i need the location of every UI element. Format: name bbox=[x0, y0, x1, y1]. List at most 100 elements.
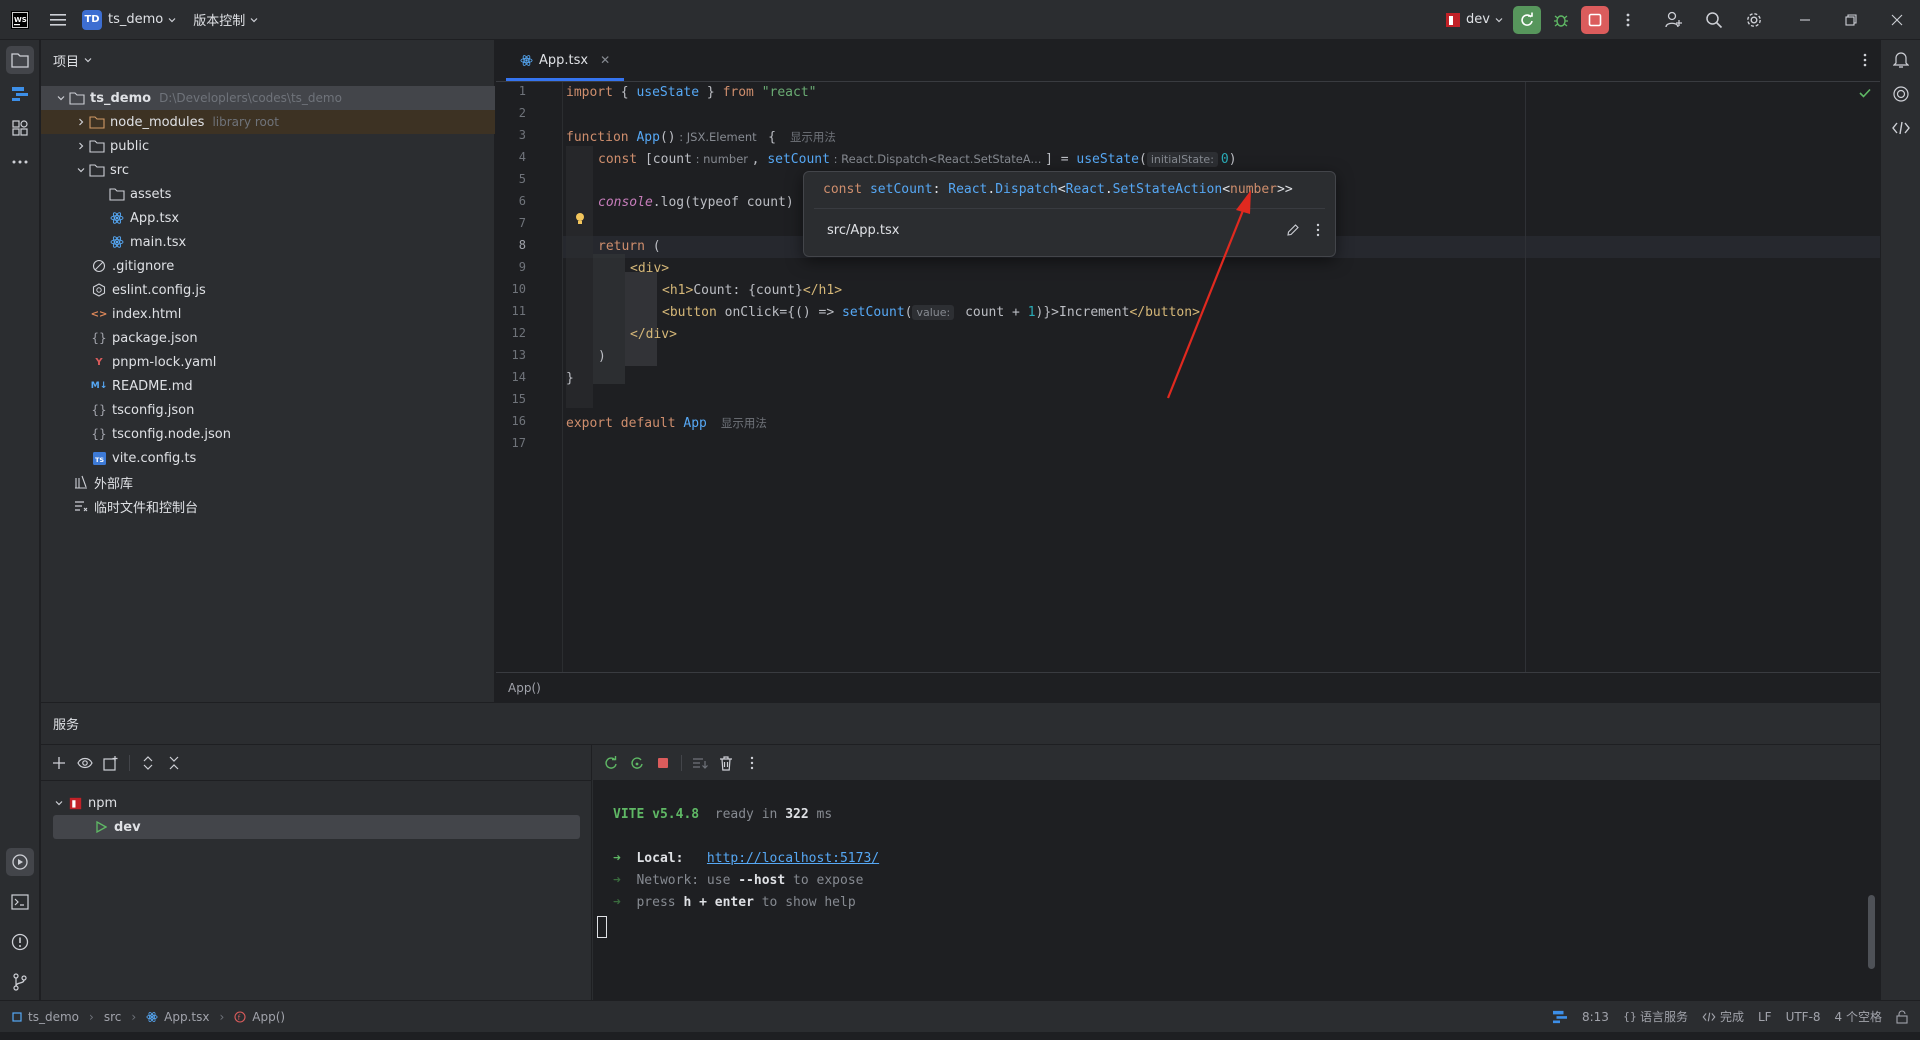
line-number: 5 bbox=[518, 172, 526, 186]
project-panel-header[interactable]: 项目 bbox=[41, 40, 494, 80]
local-url-link[interactable]: http://localhost:5173/ bbox=[707, 851, 879, 866]
code-token: ) bbox=[1228, 152, 1237, 167]
breadcrumb-function[interactable]: App() bbox=[508, 681, 541, 695]
chevron-right-icon[interactable] bbox=[73, 138, 89, 154]
console-more-icon[interactable] bbox=[744, 755, 760, 771]
webstorm-logo-icon[interactable]: WS bbox=[0, 0, 40, 40]
status-crumb[interactable]: App() bbox=[252, 1010, 285, 1024]
tree-item-tsconfig-json[interactable]: {} tsconfig.json bbox=[41, 398, 495, 422]
expand-all-icon[interactable] bbox=[140, 755, 156, 771]
usages-link[interactable]: 显示用法 bbox=[790, 130, 836, 144]
status-crumb[interactable]: ts_demo bbox=[28, 1010, 79, 1024]
tree-item-pnpm-lock[interactable]: Y pnpm-lock.yaml bbox=[41, 350, 495, 374]
tab-more-icon[interactable] bbox=[1850, 39, 1880, 81]
tree-item-package-json[interactable]: {} package.json bbox=[41, 326, 495, 350]
collapse-all-icon[interactable] bbox=[166, 755, 182, 771]
lock-icon[interactable] bbox=[1896, 1010, 1908, 1024]
editor-breadcrumb[interactable]: App() bbox=[496, 672, 1880, 702]
restore-window-icon[interactable] bbox=[1828, 0, 1874, 40]
code-status-widget[interactable]: 完成 bbox=[1702, 1008, 1744, 1025]
project-switcher[interactable]: TD ts_demo bbox=[76, 0, 183, 40]
chevron-down-icon[interactable] bbox=[73, 162, 89, 178]
tree-item-assets[interactable]: assets bbox=[41, 182, 495, 206]
scroll-to-end-icon[interactable] bbox=[692, 755, 708, 771]
chevron-down-icon[interactable] bbox=[51, 795, 67, 811]
tree-item-eslint-config[interactable]: eslint.config.js bbox=[41, 278, 495, 302]
language-service-widget[interactable]: {} 语言服务 bbox=[1623, 1008, 1688, 1025]
components-icon[interactable] bbox=[6, 114, 34, 142]
stop-button[interactable] bbox=[1578, 0, 1612, 40]
ai-assistant-icon[interactable] bbox=[1887, 80, 1915, 108]
new-tab-icon[interactable] bbox=[103, 755, 119, 771]
tree-item-node-modules[interactable]: node_modules library root bbox=[41, 110, 495, 134]
tree-item-public[interactable]: public bbox=[41, 134, 495, 158]
problems-icon[interactable] bbox=[6, 928, 34, 956]
services-icon[interactable] bbox=[6, 848, 34, 876]
run-config-name: dev bbox=[1466, 12, 1490, 27]
tree-item-index-html[interactable]: <> index.html bbox=[41, 302, 495, 326]
json-icon: {} bbox=[91, 427, 107, 441]
edit-pencil-icon[interactable] bbox=[1286, 223, 1300, 237]
add-user-icon[interactable] bbox=[1654, 0, 1694, 40]
file-encoding[interactable]: UTF-8 bbox=[1786, 1010, 1821, 1024]
tab-app-tsx[interactable]: App.tsx ✕ bbox=[506, 39, 625, 81]
tree-item-src[interactable]: src bbox=[41, 158, 495, 182]
minimize-window-icon[interactable] bbox=[1782, 0, 1828, 40]
tree-item-tsconfig-node-json[interactable]: {} tsconfig.node.json bbox=[41, 422, 495, 446]
tree-label: 外部库 bbox=[94, 476, 134, 492]
restart-icon[interactable] bbox=[629, 755, 645, 771]
close-tab-icon[interactable]: ✕ bbox=[600, 53, 610, 67]
tree-item-readme[interactable]: M↓ README.md bbox=[41, 374, 495, 398]
line-separator[interactable]: LF bbox=[1758, 1010, 1772, 1024]
more-tools-icon[interactable] bbox=[6, 148, 34, 176]
tree-item-vite-config[interactable]: TS vite.config.ts bbox=[41, 446, 495, 470]
structure-icon[interactable] bbox=[6, 80, 34, 108]
chevron-down-icon[interactable] bbox=[53, 90, 69, 106]
terminal-icon[interactable] bbox=[6, 888, 34, 916]
vcs-label: 版本控制 bbox=[193, 14, 246, 29]
project-folder-icon[interactable] bbox=[6, 46, 34, 74]
tree-item-main-tsx[interactable]: main.tsx bbox=[41, 230, 495, 254]
line-number: 15 bbox=[511, 392, 526, 406]
popup-file-link[interactable]: src/App.tsx bbox=[827, 223, 899, 238]
rerun-icon[interactable] bbox=[603, 755, 619, 771]
chevron-right-icon[interactable] bbox=[73, 114, 89, 130]
service-item-npm[interactable]: npm bbox=[41, 791, 592, 815]
popup-more-icon[interactable] bbox=[1316, 223, 1320, 237]
indent-setting[interactable]: 4 个空格 bbox=[1835, 1008, 1882, 1025]
code-token: <h1> bbox=[662, 283, 694, 298]
notifications-bell-icon[interactable] bbox=[1887, 46, 1915, 74]
main-menu-icon[interactable] bbox=[40, 0, 76, 40]
git-branch-icon[interactable] bbox=[6, 968, 34, 996]
run-config-selector[interactable]: dev bbox=[1439, 0, 1510, 40]
code-with-me-icon[interactable] bbox=[1887, 114, 1915, 142]
caret-position[interactable]: 8:13 bbox=[1582, 1010, 1609, 1024]
eye-icon[interactable] bbox=[77, 755, 93, 771]
console-scrollbar[interactable] bbox=[1868, 895, 1875, 969]
tree-item-scratches[interactable]: 临时文件和控制台 bbox=[41, 494, 495, 518]
tree-item-gitignore[interactable]: .gitignore bbox=[41, 254, 495, 278]
tree-item-app-tsx[interactable]: App.tsx bbox=[41, 206, 495, 230]
search-icon[interactable] bbox=[1694, 0, 1734, 40]
console-cursor[interactable] bbox=[597, 916, 607, 938]
service-item-dev[interactable]: dev bbox=[53, 815, 580, 839]
add-service-icon[interactable] bbox=[51, 755, 67, 771]
debug-button[interactable] bbox=[1544, 0, 1578, 40]
code-token: import bbox=[566, 85, 613, 100]
stop-icon[interactable] bbox=[655, 755, 671, 771]
status-crumb[interactable]: src bbox=[104, 1010, 122, 1024]
npm-icon bbox=[67, 795, 83, 811]
chevron-down-icon bbox=[84, 58, 92, 63]
usages-link[interactable]: 显示用法 bbox=[721, 416, 767, 430]
status-crumb[interactable]: App.tsx bbox=[164, 1010, 209, 1024]
code-token: <button bbox=[662, 305, 717, 320]
rerun-button[interactable] bbox=[1510, 0, 1544, 40]
tree-root-ts-demo[interactable]: ts_demo D:\Developlers\codes\ts_demo bbox=[41, 86, 495, 110]
settings-gear-icon[interactable] bbox=[1734, 0, 1774, 40]
close-window-icon[interactable] bbox=[1874, 0, 1920, 40]
structure-icon[interactable] bbox=[1552, 1010, 1568, 1024]
tree-item-external-libraries[interactable]: 外部库 bbox=[41, 470, 495, 494]
more-actions-icon[interactable] bbox=[1612, 0, 1644, 40]
clear-trash-icon[interactable] bbox=[718, 755, 734, 771]
vcs-menu[interactable]: 版本控制 bbox=[183, 0, 269, 40]
